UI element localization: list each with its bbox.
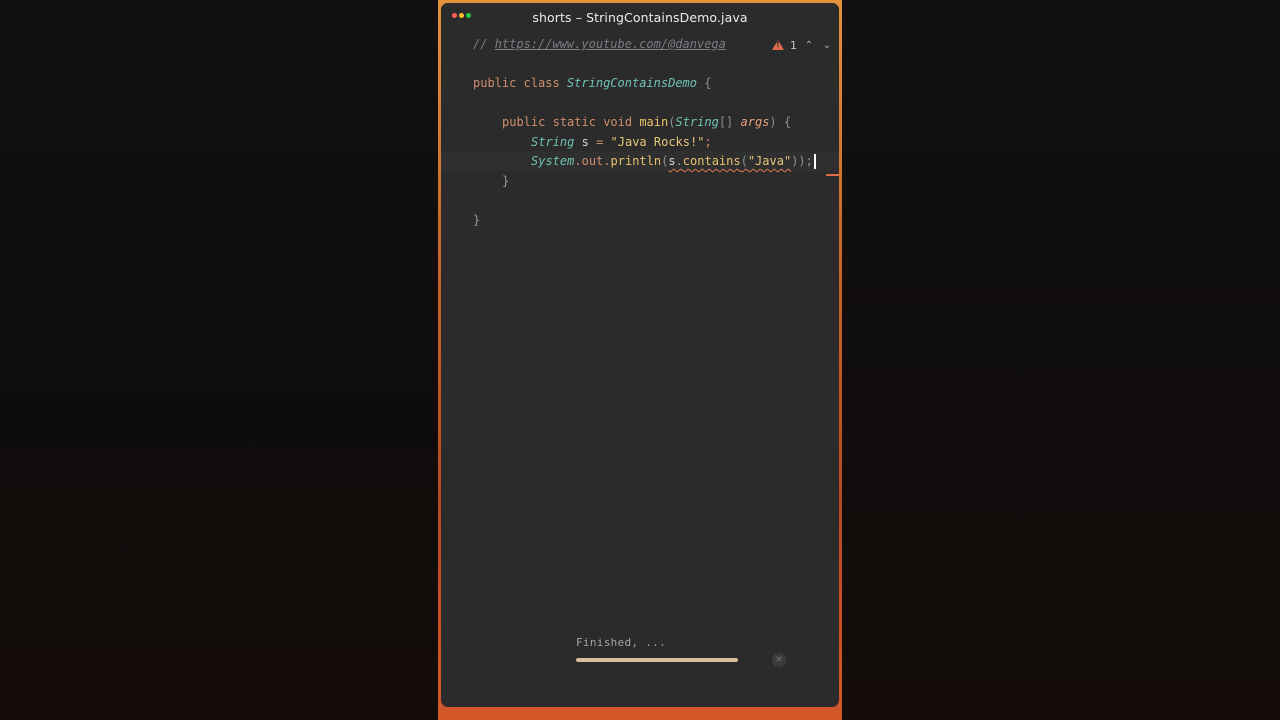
code-editor[interactable]: // https://www.youtube.com/@danvega publ… [441, 33, 839, 633]
comment-link[interactable]: https://www.youtube.com/@danvega [495, 37, 726, 51]
text-caret [813, 154, 816, 169]
error-stripe-marker[interactable] [826, 174, 839, 176]
dot: . [603, 154, 611, 168]
dot: . [675, 154, 683, 168]
system-class: System [531, 154, 575, 168]
dot: . [574, 154, 582, 168]
code-line-6: String s = "Java Rocks!"; [441, 132, 839, 152]
code-line-7: System.out.println(s.contains("Java")); [441, 151, 839, 171]
assign-operator: = [588, 135, 611, 149]
keyword-class: class [523, 76, 560, 90]
class-name: StringContainsDemo [566, 76, 697, 90]
var-name: s [581, 135, 589, 149]
semicolon: ; [704, 135, 712, 149]
background-task-indicator: Finished, ... ✕ [576, 636, 796, 676]
var-ref: s [668, 154, 676, 168]
keyword-public: public [502, 115, 546, 129]
code-line-10: } [441, 210, 839, 230]
string-literal: "Java" [747, 154, 792, 168]
param-type: String [675, 115, 719, 129]
keyword-static: static [552, 115, 596, 129]
cancel-task-icon[interactable]: ✕ [772, 653, 786, 667]
title-bar: shorts – StringContainsDemo.java [441, 3, 839, 31]
ide-window: shorts – StringContainsDemo.java 1 ⌃ ⌄ /… [441, 3, 839, 707]
close-brace: } [473, 213, 481, 227]
keyword-void: void [603, 115, 633, 129]
out-field: out [581, 154, 604, 168]
array-brackets: [] [718, 115, 734, 129]
code-line-5: public static void main(String[] args) { [441, 112, 839, 132]
string-literal: "Java Rocks!" [610, 135, 705, 149]
progress-bar-fill [576, 658, 738, 662]
println-method: println [610, 154, 662, 168]
close-brace: } [502, 174, 510, 188]
open-brace: { [704, 76, 712, 90]
left-backdrop [0, 0, 440, 720]
code-line-3: public class StringContainsDemo { [441, 73, 839, 93]
paren: ( [740, 154, 748, 168]
contains-method: contains [682, 154, 741, 168]
paren-brace: ) { [769, 115, 792, 129]
code-line-8: } [441, 171, 839, 191]
progress-label: Finished, ... [576, 636, 666, 649]
keyword-public: public [473, 76, 517, 90]
code-line-1: // https://www.youtube.com/@danvega [441, 34, 839, 54]
comment-prefix: // [473, 37, 495, 51]
right-backdrop [840, 0, 1280, 720]
param-name: args [740, 115, 770, 129]
var-type: String [531, 135, 575, 149]
progress-bar [576, 658, 738, 662]
close-parens: )); [791, 154, 813, 168]
method-name: main [639, 115, 669, 129]
window-title: shorts – StringContainsDemo.java [532, 10, 748, 25]
